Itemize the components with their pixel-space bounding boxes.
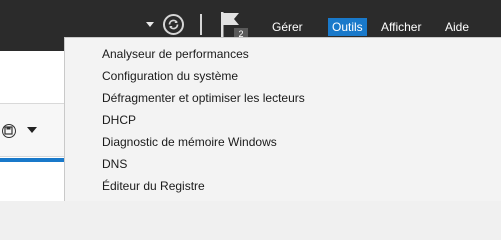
toolbar-separator (200, 14, 202, 35)
menu-item-memory-diagnostic[interactable]: Diagnostic de mémoire Windows (102, 131, 305, 153)
save-icon[interactable] (2, 124, 16, 138)
menu-item-dhcp[interactable]: DHCP (102, 109, 305, 131)
menu-tools[interactable]: Outils (328, 18, 367, 36)
tools-dropdown-menu: Analyseur de performances Configuration … (64, 37, 501, 201)
menu-item-dns[interactable]: DNS (102, 153, 305, 175)
tools-menu-list: Analyseur de performances Configuration … (102, 43, 305, 197)
navigation-dropdown-icon[interactable] (146, 22, 154, 27)
menu-item-defragment-drives[interactable]: Défragmenter et optimiser les lecteurs (102, 87, 305, 109)
menu-item-registry-editor[interactable]: Éditeur du Registre (102, 175, 305, 197)
chevron-down-icon[interactable] (27, 127, 37, 133)
left-accent-bar (0, 158, 64, 162)
menu-help[interactable]: Aide (445, 18, 469, 36)
menu-manage[interactable]: Gérer (272, 18, 303, 36)
menu-item-system-configuration[interactable]: Configuration du système (102, 65, 305, 87)
refresh-icon[interactable] (163, 14, 184, 35)
menu-item-performance-monitor[interactable]: Analyseur de performances (102, 43, 305, 65)
menu-view[interactable]: Afficher (381, 18, 421, 36)
